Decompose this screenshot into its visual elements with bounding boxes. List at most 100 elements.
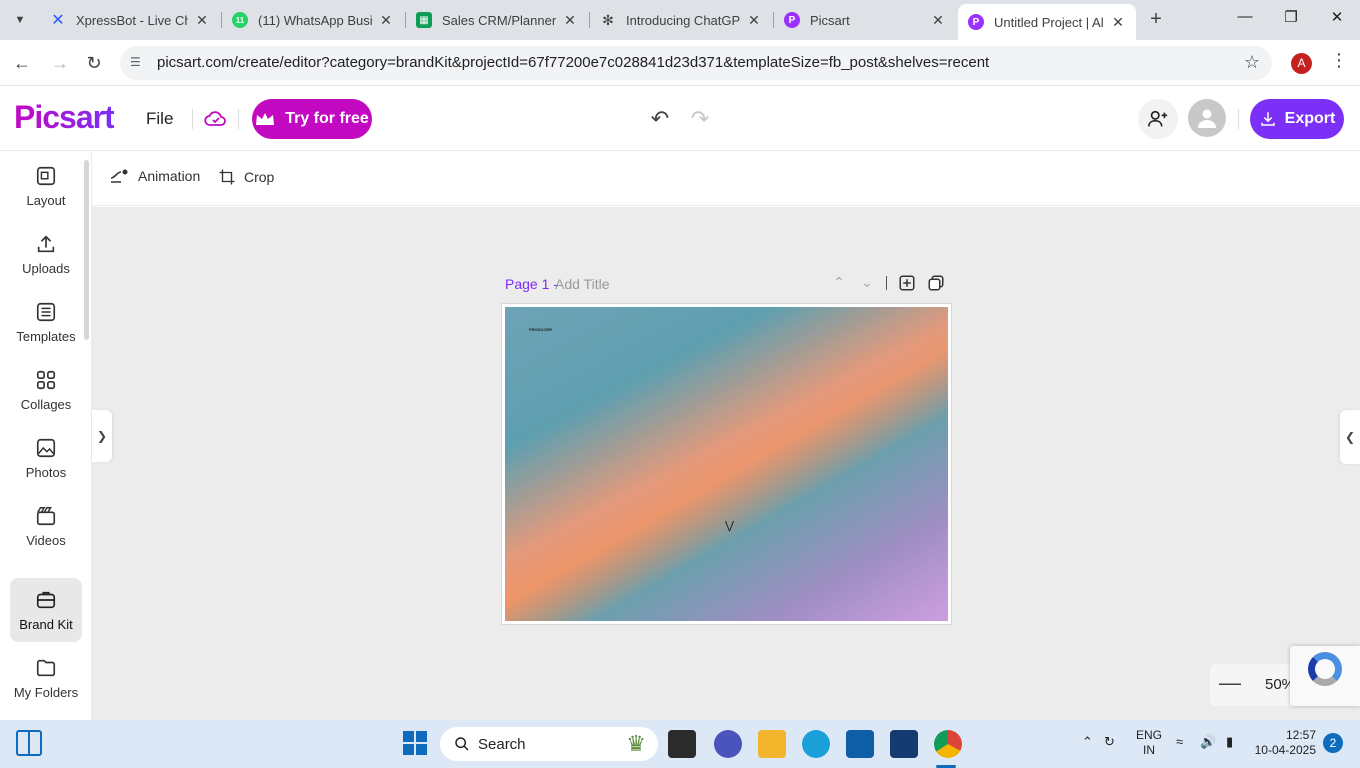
animation-button[interactable]: Animation — [110, 168, 200, 184]
openai-icon: ✻ — [602, 11, 614, 28]
start-button[interactable] — [403, 731, 427, 755]
sidebar-item-label: Brand Kit — [19, 616, 73, 632]
invite-user-button[interactable] — [1138, 99, 1178, 139]
tab-badge: 11 — [235, 15, 245, 25]
volume-icon[interactable]: 🔊 — [1200, 734, 1216, 750]
tab-close-icon[interactable]: ✕ — [1110, 14, 1126, 31]
header-divider — [192, 109, 193, 129]
search-highlight-icon: ♛ — [626, 731, 646, 756]
bookmark-star-icon[interactable]: ☆ — [1244, 52, 1260, 73]
tab-search-icon[interactable]: ▼ — [8, 8, 32, 32]
tab-xpressbot[interactable]: ✕ XpressBot - Live Chat ✕ — [40, 4, 220, 36]
cloud-sync-icon[interactable] — [204, 107, 228, 131]
sidebar-item-label: Uploads — [22, 260, 70, 276]
app-icon[interactable] — [890, 730, 918, 758]
videos-icon — [36, 506, 56, 525]
redo-icon[interactable]: ↷ — [686, 105, 714, 133]
browser-profile-avatar[interactable]: A — [1291, 53, 1312, 74]
sidebar-item-collages[interactable]: Collages — [10, 358, 82, 422]
url-text[interactable]: picsart.com/create/editor?category=brand… — [157, 54, 989, 71]
sidebar-scrollbar[interactable] — [84, 160, 89, 340]
notification-badge[interactable]: 2 — [1323, 733, 1343, 753]
header-divider — [1238, 109, 1239, 129]
tab-title: Untitled Project | All I — [994, 14, 1104, 30]
input-language[interactable]: ENG IN — [1136, 728, 1162, 758]
try-for-free-button[interactable]: Try for free — [252, 99, 372, 139]
minimize-button[interactable]: — — [1230, 8, 1260, 32]
wifi-icon[interactable]: ≈ — [1176, 734, 1183, 749]
widgets-icon[interactable] — [16, 730, 42, 756]
tab-title: Picsart — [810, 12, 850, 28]
duplicate-page-icon[interactable] — [927, 274, 945, 292]
user-avatar[interactable] — [1188, 99, 1226, 137]
new-tab-button[interactable]: + — [1144, 8, 1168, 32]
sidebar-item-brand-kit[interactable]: Brand Kit — [10, 578, 82, 642]
close-window-button[interactable]: ✕ — [1322, 8, 1352, 32]
sidebar-item-templates[interactable]: Templates — [10, 290, 82, 354]
artboard-page-1[interactable]: PRODUCER — [502, 304, 951, 624]
tab-whatsapp[interactable]: 11 (11) WhatsApp Busine ✕ — [222, 4, 404, 36]
sidebar-item-my-folders[interactable]: My Folders — [10, 646, 82, 710]
browser-menu-icon[interactable]: ⋮ — [1330, 50, 1348, 71]
search-label: Search — [478, 735, 526, 753]
mouse-cursor-icon: ⋁ — [725, 520, 735, 532]
tab-chatgpt[interactable]: ✻ Introducing ChatGPT ✕ — [590, 4, 772, 36]
reload-button[interactable]: ↻ — [82, 51, 106, 75]
crop-icon — [219, 169, 235, 185]
tab-close-icon[interactable]: ✕ — [378, 12, 394, 29]
sidebar-item-layout[interactable]: Layout — [10, 154, 82, 218]
upload-icon — [37, 234, 55, 252]
tab-close-icon[interactable]: ✕ — [194, 12, 210, 29]
tab-picsart[interactable]: P Picsart ✕ — [774, 4, 956, 36]
tab-untitled-project[interactable]: P Untitled Project | All I ✕ — [958, 4, 1136, 40]
file-explorer-icon[interactable] — [758, 730, 786, 758]
system-clock[interactable]: 12:57 10-04-2025 — [1252, 728, 1316, 758]
chrome-icon[interactable] — [934, 730, 962, 758]
page-title-input[interactable]: Add Title — [555, 276, 609, 292]
taskbar-search[interactable]: Search ♛ — [440, 727, 658, 761]
teams-chat-icon[interactable] — [714, 730, 742, 758]
sync-icon[interactable]: ↻ — [1104, 734, 1115, 750]
undo-icon[interactable]: ↶ — [646, 105, 674, 133]
add-page-icon[interactable] — [898, 274, 916, 292]
url-bar[interactable]: ☰ picsart.com/create/editor?category=bra… — [120, 46, 1272, 80]
back-button[interactable]: ← — [10, 51, 34, 75]
forward-button[interactable]: → — [48, 51, 72, 75]
crop-button[interactable]: Crop — [218, 168, 274, 186]
add-user-icon — [1148, 110, 1168, 127]
page-controls-divider — [886, 276, 887, 290]
store-icon[interactable] — [846, 730, 874, 758]
page-up-icon[interactable]: ⌃ — [829, 274, 849, 294]
battery-icon[interactable]: ▮ — [1226, 734, 1233, 750]
sidebar-item-videos[interactable]: Videos — [10, 494, 82, 558]
sidebar-item-label: Templates — [16, 328, 76, 344]
artboard-text[interactable]: PRODUCER — [529, 327, 552, 332]
restore-button[interactable]: ❐ — [1276, 8, 1306, 32]
whatsapp-icon: 11 — [232, 12, 248, 28]
lang-line-1: ENG — [1136, 728, 1163, 742]
tab-close-icon[interactable]: ✕ — [746, 12, 762, 29]
collages-icon — [36, 370, 56, 389]
site-info-icon[interactable]: ☰ — [130, 55, 146, 71]
zoom-out-button[interactable]: — — [1218, 670, 1242, 698]
show-hidden-icons[interactable]: ⌃ — [1082, 734, 1093, 750]
picsart-logo[interactable]: Picsart — [14, 99, 115, 136]
sidebar-item-photos[interactable]: Photos — [10, 426, 82, 490]
file-menu-button[interactable]: File — [146, 109, 173, 129]
recaptcha-badge[interactable] — [1290, 646, 1360, 706]
tab-close-icon[interactable]: ✕ — [930, 12, 946, 29]
export-button[interactable]: Export — [1250, 99, 1344, 139]
tab-title: Sales CRM/Planner - — [442, 12, 556, 28]
sidebar-item-uploads[interactable]: Uploads — [10, 222, 82, 286]
address-bar-row: ← → ↻ ☰ picsart.com/create/editor?catego… — [0, 40, 1360, 86]
folder-icon — [36, 659, 56, 676]
page-down-icon[interactable]: ⌄ — [857, 274, 877, 294]
expand-left-panel-icon[interactable]: ❯ — [92, 410, 112, 462]
task-view-icon[interactable] — [668, 730, 696, 758]
crop-label: Crop — [244, 169, 275, 185]
picsart-icon: P — [784, 12, 800, 28]
edge-icon[interactable] — [802, 730, 830, 758]
tab-close-icon[interactable]: ✕ — [562, 12, 578, 29]
tab-sales-crm[interactable]: ▦ Sales CRM/Planner - ✕ — [406, 4, 588, 36]
expand-right-panel-icon[interactable]: ❮ — [1340, 410, 1360, 464]
